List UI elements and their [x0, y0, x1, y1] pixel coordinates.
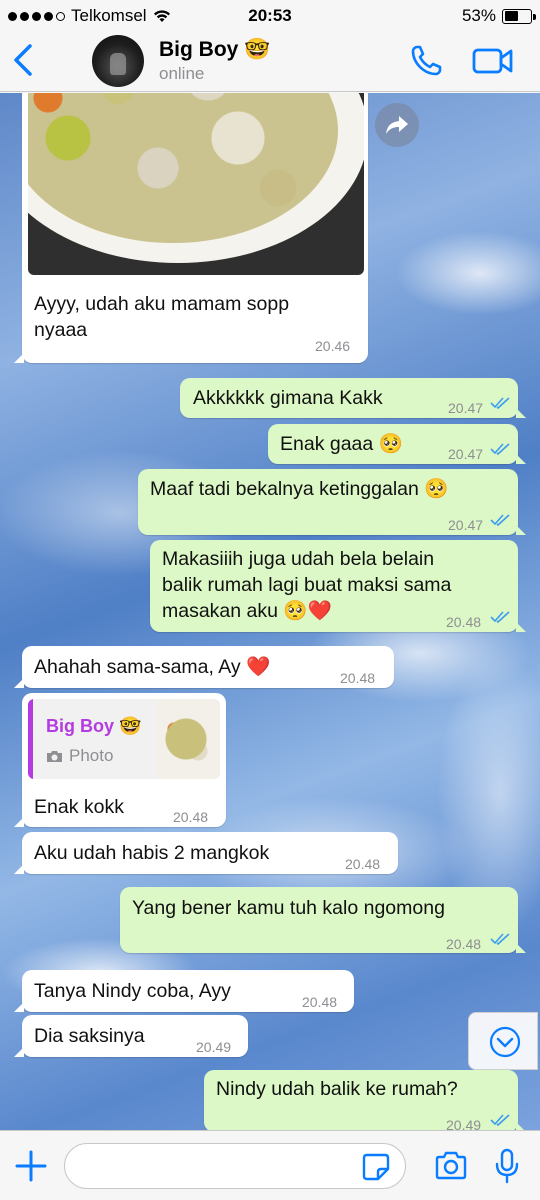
message-outgoing[interactable]: Maaf tadi bekalnya ketinggalan 🥺 20.47 — [138, 469, 526, 535]
read-ticks-icon — [490, 514, 510, 526]
message-input[interactable] — [64, 1143, 406, 1189]
soup-photo[interactable] — [28, 93, 364, 275]
message-time: 20.48 — [302, 994, 338, 1010]
read-ticks-icon — [490, 397, 510, 409]
camera-icon — [47, 750, 62, 762]
chevron-down-icon — [489, 1026, 521, 1058]
quoted-type-label: Photo — [69, 746, 114, 765]
message-incoming-image[interactable]: Ayyy, udah aku mamam sopp nyaaa 20.46 — [14, 93, 368, 363]
quoted-sender-name: Big Boy — [46, 716, 115, 736]
message-text: Enak kokk — [34, 796, 124, 818]
message-text: Tanya Nindy coba, Ayy — [34, 980, 231, 1002]
status-right: 53% — [461, 6, 536, 26]
message-time: 20.48 — [446, 936, 482, 952]
contact-name-text: Big Boy — [159, 38, 239, 61]
phone-icon — [411, 45, 442, 76]
contact-status: online — [159, 64, 205, 83]
message-outgoing[interactable]: Yang bener kamu tuh kalo ngomong 20.48 — [120, 887, 526, 953]
plus-icon — [15, 1150, 47, 1182]
message-incoming[interactable]: Aku udah habis 2 mangkok 20.48 — [14, 832, 398, 874]
battery-percent: 53% — [461, 6, 496, 25]
quoted-thumbnail — [156, 699, 220, 779]
microphone-button[interactable] — [494, 1148, 520, 1184]
contact-emoji: 🤓 — [244, 38, 271, 61]
chat-area[interactable]: Ayyy, udah aku mamam sopp nyaaa 20.46 Ak… — [0, 93, 540, 1130]
message-time: 20.46 — [315, 338, 351, 354]
message-text: nyaaa — [34, 319, 88, 341]
message-time: 20.48 — [173, 809, 209, 825]
message-time: 20.48 — [340, 670, 376, 686]
quoted-message[interactable]: Big Boy 🤓 Photo — [28, 699, 220, 779]
message-time: 20.49 — [196, 1039, 232, 1055]
message-time: 20.47 — [448, 517, 484, 533]
back-icon — [14, 44, 32, 76]
avatar[interactable] — [92, 35, 144, 87]
sticker-icon — [362, 1153, 390, 1181]
camera-button[interactable] — [434, 1151, 468, 1181]
message-time: 20.48 — [446, 614, 482, 630]
status-bar: Telkomsel 20:53 53% — [0, 0, 540, 32]
contact-name[interactable]: Big Boy 🤓 — [159, 38, 271, 62]
input-bar — [0, 1130, 540, 1200]
message-outgoing[interactable]: Enak gaaa 🥺 20.47 — [268, 424, 526, 464]
message-outgoing[interactable]: Makasiiih juga udah bela belain balik ru… — [150, 540, 526, 632]
message-text: Maaf tadi bekalnya ketinggalan 🥺 — [150, 478, 449, 500]
forward-button[interactable] — [375, 103, 419, 147]
message-text: balik rumah lagi buat maksi sama — [162, 574, 452, 596]
camera-icon — [435, 1151, 467, 1180]
message-text: Aku udah habis 2 mangkok — [34, 842, 270, 864]
message-time: 20.48 — [345, 856, 381, 872]
message-incoming[interactable]: Ahahah sama-sama, Ay ❤️ 20.48 — [14, 646, 394, 688]
message-text: Akkkkkk gimana Kakk — [193, 387, 383, 409]
message-text: masakan aku 🥺❤️ — [162, 600, 332, 622]
quoted-sender: Big Boy 🤓 — [46, 713, 141, 739]
quoted-sender-emoji: 🤓 — [119, 716, 142, 736]
voice-call-button[interactable] — [408, 43, 444, 79]
read-ticks-icon — [490, 933, 510, 945]
read-ticks-icon — [490, 1114, 510, 1126]
message-incoming[interactable]: Dia saksinya 20.49 — [14, 1015, 248, 1057]
message-incoming-reply[interactable]: Big Boy 🤓 Photo Enak kokk 20.48 — [14, 693, 226, 827]
message-text: Dia saksinya — [34, 1025, 145, 1047]
forward-icon — [386, 116, 408, 134]
video-icon — [472, 48, 513, 74]
message-text: Makasiiih juga udah bela belain — [162, 548, 435, 570]
attach-button[interactable] — [14, 1149, 48, 1183]
message-text: Enak gaaa 🥺 — [280, 433, 403, 455]
video-call-button[interactable] — [472, 45, 514, 77]
chat-header: Big Boy 🤓 online — [0, 32, 540, 92]
message-text: Ayyy, udah aku mamam sopp — [34, 293, 290, 315]
quoted-type: Photo — [46, 743, 113, 769]
message-outgoing[interactable]: Nindy udah balik ke rumah? 20.49 — [204, 1070, 526, 1130]
scroll-to-bottom-button[interactable] — [468, 1012, 538, 1070]
message-time: 20.47 — [448, 446, 484, 462]
back-button[interactable] — [10, 42, 38, 78]
message-incoming[interactable]: Tanya Nindy coba, Ayy 20.48 — [14, 970, 354, 1012]
message-text: Nindy udah balik ke rumah? — [216, 1078, 458, 1100]
read-ticks-icon — [490, 443, 510, 455]
sticker-button[interactable] — [362, 1153, 390, 1181]
battery-icon — [502, 8, 536, 24]
microphone-icon — [495, 1148, 519, 1184]
message-text: Yang bener kamu tuh kalo ngomong — [132, 897, 445, 919]
message-time: 20.49 — [446, 1117, 482, 1130]
message-time: 20.47 — [448, 400, 484, 416]
read-ticks-icon — [490, 611, 510, 623]
message-text: Ahahah sama-sama, Ay ❤️ — [34, 656, 271, 678]
status-time: 20:53 — [248, 6, 292, 25]
message-outgoing[interactable]: Akkkkkk gimana Kakk 20.47 — [180, 378, 526, 418]
